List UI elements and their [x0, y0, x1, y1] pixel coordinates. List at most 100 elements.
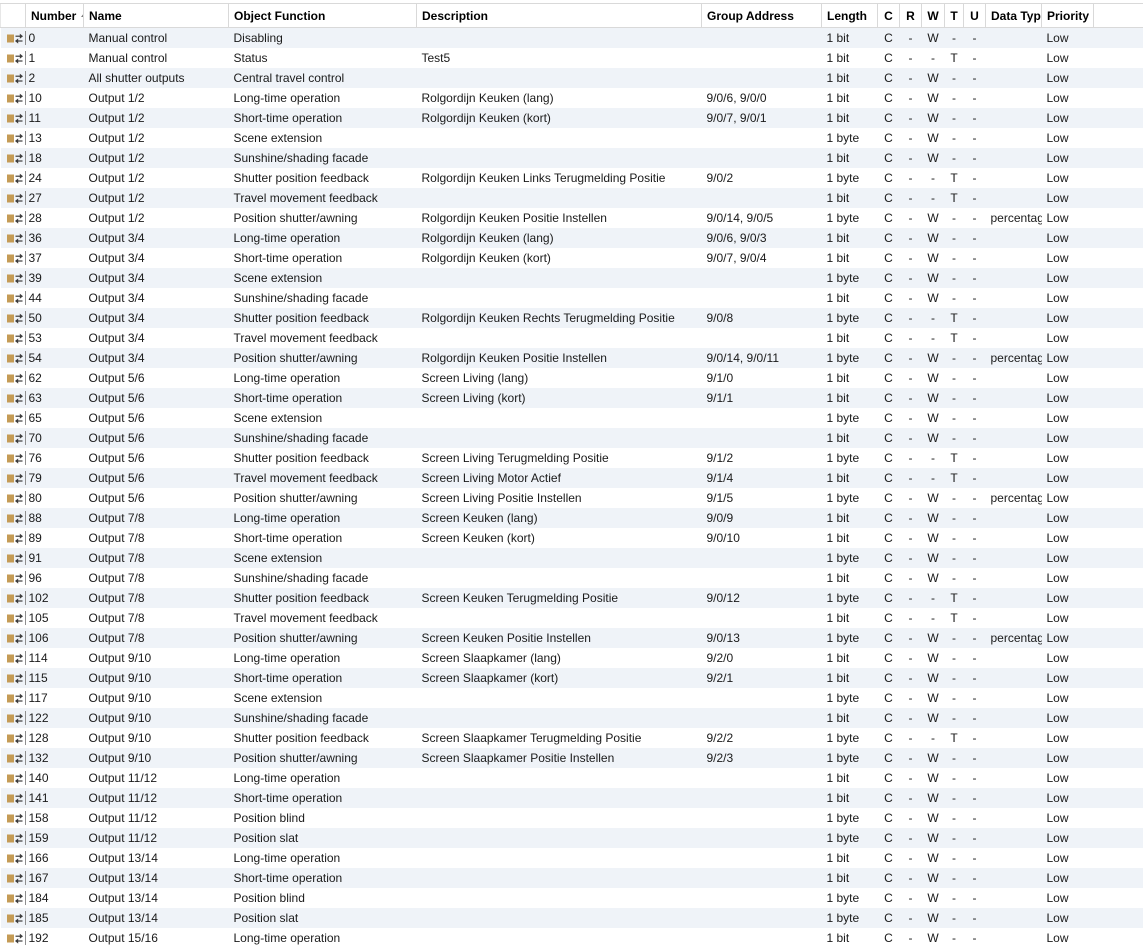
group-object-row[interactable]: 158Output 11/12Position blind1 byteC-W--… — [1, 808, 1143, 828]
group-object-row[interactable]: 106Output 7/8Position shutter/awningScre… — [1, 628, 1143, 648]
column-header-name[interactable]: Name — [84, 4, 229, 28]
cell-w: W — [922, 108, 945, 128]
group-object-row[interactable]: 62Output 5/6Long-time operationScreen Li… — [1, 368, 1143, 388]
column-header-object-function[interactable]: Object Function — [229, 4, 417, 28]
column-header-group-address[interactable]: Group Address — [702, 4, 822, 28]
group-object-row[interactable]: 102Output 7/8Shutter position feedbackSc… — [1, 588, 1143, 608]
group-object-row[interactable]: 10Output 1/2Long-time operationRolgordij… — [1, 88, 1143, 108]
cell-name: Output 3/4 — [84, 248, 229, 268]
group-object-row[interactable]: 63Output 5/6Short-time operationScreen L… — [1, 388, 1143, 408]
column-header-c[interactable]: C — [878, 4, 900, 28]
cell-length: 1 bit — [822, 708, 878, 728]
group-object-row[interactable]: 91Output 7/8Scene extension1 byteC-W--Lo… — [1, 548, 1143, 568]
cell-name: Output 9/10 — [84, 708, 229, 728]
cell-r: - — [900, 728, 922, 748]
cell-number: 44 — [26, 288, 84, 308]
group-object-icon — [7, 391, 24, 406]
group-object-row[interactable]: 115Output 9/10Short-time operationScreen… — [1, 668, 1143, 688]
group-object-row[interactable]: 166Output 13/14Long-time operation1 bitC… — [1, 848, 1143, 868]
cell-length: 1 byte — [822, 548, 878, 568]
group-object-row[interactable]: 24Output 1/2Shutter position feedbackRol… — [1, 168, 1143, 188]
cell-r: - — [900, 708, 922, 728]
column-header-r[interactable]: R — [900, 4, 922, 28]
cell-filler — [1094, 408, 1143, 428]
cell-data-type — [986, 548, 1042, 568]
group-object-row[interactable]: 185Output 13/14Position slat1 byteC-W--L… — [1, 908, 1143, 928]
cell-c: C — [878, 388, 900, 408]
group-object-row[interactable]: 53Output 3/4Travel movement feedback1 bi… — [1, 328, 1143, 348]
group-object-row[interactable]: 11Output 1/2Short-time operationRolgordi… — [1, 108, 1143, 128]
cell-number: 115 — [26, 668, 84, 688]
column-header-w[interactable]: W — [922, 4, 945, 28]
group-object-row[interactable]: 1Manual controlStatusTest51 bitC--T-Low — [1, 48, 1143, 68]
group-object-row[interactable]: 27Output 1/2Travel movement feedback1 bi… — [1, 188, 1143, 208]
group-object-row[interactable]: 80Output 5/6Position shutter/awningScree… — [1, 488, 1143, 508]
cell-function: Sunshine/shading facade — [229, 148, 417, 168]
cell-filler — [1094, 588, 1143, 608]
cell-data-type — [986, 688, 1042, 708]
cell-priority: Low — [1042, 728, 1094, 748]
icon-column-divider — [25, 591, 26, 605]
group-object-row[interactable]: 18Output 1/2Sunshine/shading facade1 bit… — [1, 148, 1143, 168]
cell-name: Output 11/12 — [84, 828, 229, 848]
group-object-row[interactable]: 37Output 3/4Short-time operationRolgordi… — [1, 248, 1143, 268]
group-object-row[interactable]: 54Output 3/4Position shutter/awningRolgo… — [1, 348, 1143, 368]
cell-function: Shutter position feedback — [229, 728, 417, 748]
cell-data-type — [986, 288, 1042, 308]
group-object-row[interactable]: 76Output 5/6Shutter position feedbackScr… — [1, 448, 1143, 468]
cell-filler — [1094, 468, 1143, 488]
group-object-row[interactable]: 36Output 3/4Long-time operationRolgordij… — [1, 228, 1143, 248]
group-object-row[interactable]: 89Output 7/8Short-time operationScreen K… — [1, 528, 1143, 548]
group-object-row[interactable]: 88Output 7/8Long-time operationScreen Ke… — [1, 508, 1143, 528]
group-object-row[interactable]: 50Output 3/4Shutter position feedbackRol… — [1, 308, 1143, 328]
cell-description — [417, 848, 702, 868]
cell-data-type: percentag... — [986, 488, 1042, 508]
cell-length: 1 byte — [822, 448, 878, 468]
icon-column-divider — [25, 551, 26, 565]
group-object-row[interactable]: 114Output 9/10Long-time operationScreen … — [1, 648, 1143, 668]
column-header-number[interactable]: Number — [26, 4, 84, 28]
cell-function: Long-time operation — [229, 368, 417, 388]
group-object-row[interactable]: 2All shutter outputsCentral travel contr… — [1, 68, 1143, 88]
group-object-row[interactable]: 141Output 11/12Short-time operation1 bit… — [1, 788, 1143, 808]
group-object-row[interactable]: 159Output 11/12Position slat1 byteC-W--L… — [1, 828, 1143, 848]
group-object-icon — [7, 891, 24, 906]
cell-c: C — [878, 768, 900, 788]
cell-number: 88 — [26, 508, 84, 528]
cell-u: - — [964, 648, 986, 668]
cell-function: Sunshine/shading facade — [229, 568, 417, 588]
group-object-row[interactable]: 39Output 3/4Scene extension1 byteC-W--Lo… — [1, 268, 1143, 288]
cell-data-type — [986, 368, 1042, 388]
column-header-length[interactable]: Length — [822, 4, 878, 28]
cell-name: Output 3/4 — [84, 308, 229, 328]
column-header-t[interactable]: T — [945, 4, 964, 28]
cell-icon — [1, 268, 26, 288]
group-object-row[interactable]: 192Output 15/16Long-time operation1 bitC… — [1, 928, 1143, 948]
group-object-row[interactable]: 13Output 1/2Scene extension1 byteC-W--Lo… — [1, 128, 1143, 148]
group-object-row[interactable]: 79Output 5/6Travel movement feedbackScre… — [1, 468, 1143, 488]
group-object-row[interactable]: 70Output 5/6Sunshine/shading facade1 bit… — [1, 428, 1143, 448]
group-object-row[interactable]: 184Output 13/14Position blind1 byteC-W--… — [1, 888, 1143, 908]
group-object-row[interactable]: 105Output 7/8Travel movement feedback1 b… — [1, 608, 1143, 628]
group-object-row[interactable]: 28Output 1/2Position shutter/awningRolgo… — [1, 208, 1143, 228]
group-object-row[interactable]: 44Output 3/4Sunshine/shading facade1 bit… — [1, 288, 1143, 308]
group-object-row[interactable]: 122Output 9/10Sunshine/shading facade1 b… — [1, 708, 1143, 728]
group-object-row[interactable]: 0Manual controlDisabling1 bitC-W--Low — [1, 28, 1143, 49]
group-object-row[interactable]: 128Output 9/10Shutter position feedbackS… — [1, 728, 1143, 748]
column-header-priority[interactable]: Priority — [1042, 4, 1094, 28]
group-object-row[interactable]: 117Output 9/10Scene extension1 byteC-W--… — [1, 688, 1143, 708]
column-header-u[interactable]: U — [964, 4, 986, 28]
group-object-row[interactable]: 132Output 9/10Position shutter/awningScr… — [1, 748, 1143, 768]
cell-t: - — [945, 488, 964, 508]
group-object-row[interactable]: 167Output 13/14Short-time operation1 bit… — [1, 868, 1143, 888]
group-object-row[interactable]: 65Output 5/6Scene extension1 byteC-W--Lo… — [1, 408, 1143, 428]
column-header-data-type[interactable]: Data Type — [986, 4, 1042, 28]
cell-r: - — [900, 848, 922, 868]
cell-u: - — [964, 888, 986, 908]
group-object-row[interactable]: 140Output 11/12Long-time operation1 bitC… — [1, 768, 1143, 788]
column-header-description[interactable]: Description — [417, 4, 702, 28]
cell-description — [417, 688, 702, 708]
cell-description — [417, 328, 702, 348]
cell-w: W — [922, 868, 945, 888]
group-object-row[interactable]: 96Output 7/8Sunshine/shading facade1 bit… — [1, 568, 1143, 588]
